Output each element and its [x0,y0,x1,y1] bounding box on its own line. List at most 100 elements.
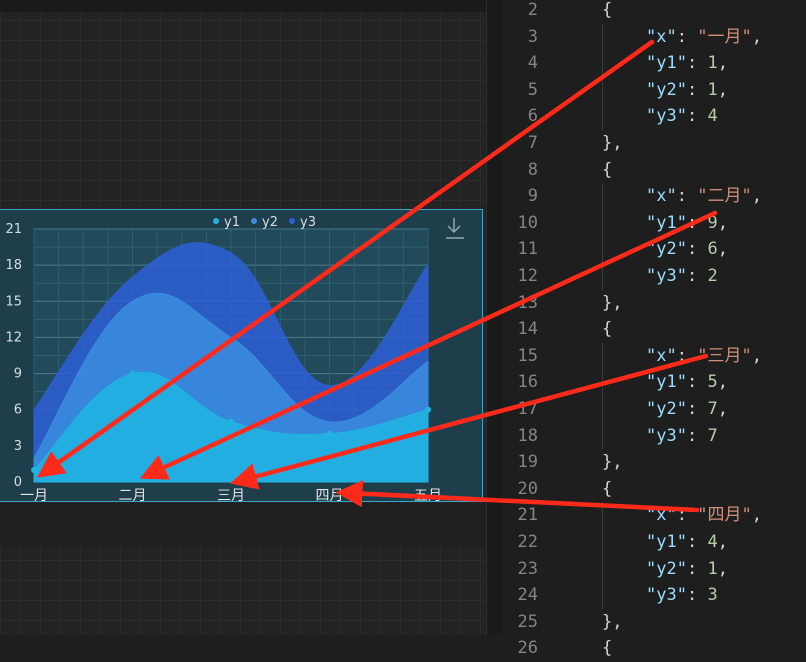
code-text: }, [602,611,623,632]
code-line[interactable]: 7}, [502,130,806,157]
code-text: "y2": 6, [646,239,728,260]
code-text: { [602,0,613,20]
point-y1 [129,370,136,377]
code-line[interactable]: 18 "y3": 7 [502,423,806,450]
code-line[interactable]: 26 { [502,635,806,662]
x-tick-label: 五月 [414,488,442,503]
x-tick-label: 三月 [217,488,245,503]
line-number: 22 [517,532,538,552]
code-line[interactable]: 15 "x": "三月", [502,343,806,370]
line-number: 25 [517,611,538,632]
code-line[interactable]: 2{ [502,0,806,24]
line-number: 19 [517,452,538,473]
code-line[interactable]: 14 { [502,316,806,343]
line-number: 23 [517,558,538,579]
y-tick-label: 6 [14,403,22,418]
code-editor[interactable]: 2{3 "x": "一月", 4 "y1": 1, 5 "y2": 1, 6 "y3": 47… [502,0,806,658]
code-text: "x": "四月", [646,505,762,526]
code-text: }, [602,133,623,153]
x-tick-label: 四月 [316,488,344,503]
y-tick-label: 21 [5,222,22,237]
code-text: "y1": 9, [646,212,728,233]
bottom-band [0,503,486,547]
code-text: "y3": 2 [646,266,718,286]
code-line[interactable]: 21 "x": "四月", [502,502,806,529]
code-line[interactable]: 3 "x": "一月", [502,24,806,51]
line-number: 4 [527,53,538,74]
code-line[interactable]: 6 "y3": 4 [502,103,806,130]
line-number: 10 [517,212,538,233]
code-line[interactable]: 10 "y1": 9, [502,210,806,237]
legend-swatch[interactable] [251,218,257,224]
line-number: 17 [517,399,538,419]
code-text: "y2": 1, [646,558,728,579]
top-band [0,0,486,12]
y-tick-label: 15 [5,294,22,309]
code-text: { [602,159,613,180]
code-line[interactable]: 22 "y1": 4, [502,529,806,556]
code-line[interactable]: 24 "y3": 3 [502,582,806,609]
line-number: 16 [517,372,538,393]
chart-panel: 0 3 6 9 12 15 18 21 一月 二月 三月 四月 五月 y1 y2 y3 [0,209,483,503]
code-line[interactable]: 12 "y3": 2 [502,263,806,290]
code-line[interactable]: 25}, [502,609,806,636]
legend-label-y1[interactable]: y1 [224,215,240,230]
legend-swatch[interactable] [213,218,219,224]
point-y1 [31,466,37,473]
code-text: "y2": 7, [646,399,728,419]
area-chart: 036912151821 一月 二月 三月 四月 五月 y1 y2 y3 [5,215,464,503]
y-axis-ticks: 036912151821 [5,222,22,490]
chart-legend[interactable]: y1 y2 y3 [213,215,316,230]
code-line[interactable]: 13}, [502,290,806,317]
line-number: 6 [527,106,538,127]
legend-label-y2[interactable]: y2 [262,215,278,230]
code-text: "y1": 5, [646,372,728,393]
code-text: "y1": 1, [646,53,728,74]
line-number: 11 [517,239,538,260]
code-text: "y3": 3 [646,585,718,606]
code-line[interactable]: 8{ [502,157,806,184]
line-number: 5 [527,79,538,100]
code-line[interactable]: 5 "y2": 1, [502,77,806,104]
line-number: 14 [517,319,538,340]
line-number: 13 [517,292,538,313]
x-axis-ticks: 一月 二月 三月 四月 五月 [20,488,442,503]
code-text: "x": "三月", [646,345,762,366]
code-text: "y2": 1, [646,79,728,100]
line-number: 24 [517,585,538,606]
code-line[interactable]: 9 "x": "二月", [502,183,806,210]
line-number: 12 [517,266,538,286]
y-tick-label: 12 [5,330,22,345]
line-number: 20 [517,478,538,499]
line-number: 18 [517,425,538,446]
y-tick-label: 3 [14,439,22,454]
code-text: }, [602,292,623,313]
code-line[interactable]: 20 { [502,476,806,503]
point-y1 [326,430,333,437]
point-y1 [425,406,431,413]
code-text: "y3": 7 [646,425,718,446]
code-line[interactable]: 4 "y1": 1, [502,50,806,77]
code-text: "y3": 4 [646,106,718,127]
code-text: "x": "二月", [646,186,762,207]
code-text: "x": "一月", [646,26,762,47]
y-tick-label: 18 [5,258,22,273]
code-line[interactable]: 17 "y2": 7, [502,396,806,423]
line-number: 8 [527,159,538,180]
code-line[interactable]: 11 "y2": 6, [502,236,806,263]
x-tick-label: 二月 [119,488,147,503]
code-text: { [602,319,613,340]
line-number: 2 [527,0,538,20]
code-text: }, [602,452,623,473]
download-icon[interactable] [446,218,464,239]
code-line[interactable]: 16 "y1": 5, [502,369,806,396]
line-number: 15 [517,345,538,366]
code-line[interactable]: 19}, [502,449,806,476]
x-tick-label: 一月 [20,488,48,503]
code-text: "y1": 4, [646,532,728,552]
line-number: 3 [527,26,538,47]
legend-label-y3[interactable]: y3 [300,215,316,230]
legend-swatch[interactable] [289,218,295,224]
line-number: 21 [517,505,538,526]
code-line[interactable]: 23 "y2": 1, [502,556,806,583]
